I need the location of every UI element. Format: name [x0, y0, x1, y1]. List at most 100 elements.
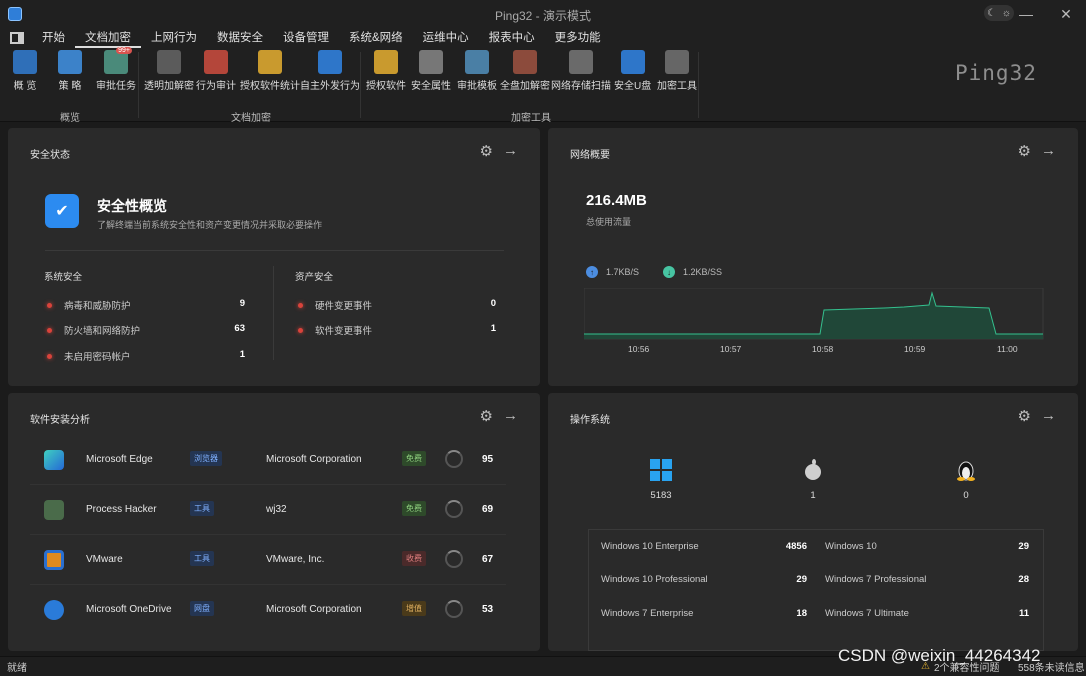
ribbon-approval-template-button[interactable]: 审批模板	[457, 50, 497, 92]
grid-icon	[13, 50, 37, 74]
download-speed: ↓ 1.2KB/SS	[663, 266, 722, 278]
ribbon-overview-button[interactable]: 概 览	[13, 50, 37, 92]
ribbon-behavior-audit-button[interactable]: 行为审计	[196, 50, 236, 92]
brand-logo: Ping32	[955, 61, 1037, 85]
category-badge: 网盘	[190, 601, 214, 616]
status-text: 就绪	[7, 663, 27, 674]
minimize-button[interactable]: —	[1006, 0, 1046, 28]
stat-row[interactable]: 软件变更事件	[298, 323, 372, 337]
os-value: 18	[796, 608, 807, 619]
shield-icon: ✔	[45, 194, 79, 228]
gear-icon[interactable]: ⚙	[480, 142, 493, 160]
software-row[interactable]: Microsoft Edge 浏览器 Microsoft Corporation…	[30, 435, 506, 485]
stat-value: 1	[239, 349, 245, 360]
ribbon-approval-button[interactable]: 99+ 审批任务	[96, 47, 136, 92]
ribbon-transparent-encrypt-button[interactable]: 透明加解密	[144, 50, 194, 92]
windows-count: 5183	[650, 490, 672, 501]
software-vendor: VMware, Inc.	[266, 554, 325, 565]
arrow-right-icon[interactable]: →	[503, 407, 518, 425]
gear-icon[interactable]: ⚙	[1018, 142, 1031, 160]
stat-row[interactable]: 硬件变更事件	[298, 298, 372, 312]
group-divider	[698, 52, 699, 118]
software-row[interactable]: Microsoft OneDrive 网盘 Microsoft Corporat…	[30, 585, 506, 635]
ribbon-label: 行为审计	[196, 81, 236, 92]
total-traffic-value: 216.4MB	[586, 192, 647, 209]
approval-icon: 99+	[104, 47, 132, 74]
ribbon-label: 策 略	[58, 81, 82, 92]
ribbon-label: 自主外发行为	[300, 81, 360, 92]
os-value: 29	[796, 574, 807, 585]
install-count: 53	[482, 604, 494, 615]
menu-start[interactable]: 开始	[32, 28, 75, 48]
cube-icon	[157, 50, 181, 74]
group-divider	[138, 52, 139, 118]
onedrive-icon	[44, 600, 64, 620]
server-icon	[569, 50, 593, 74]
menu-data-security[interactable]: 数据安全	[207, 28, 273, 48]
total-traffic-label: 总使用流量	[586, 217, 632, 227]
close-button[interactable]: ✕	[1046, 0, 1086, 28]
arrow-right-icon[interactable]: →	[503, 142, 518, 160]
os-name: Windows 7 Enterprise	[601, 608, 694, 619]
os-value: 11	[1018, 608, 1029, 619]
category-badge: 工具	[190, 551, 214, 566]
arrow-right-icon[interactable]: →	[1041, 142, 1056, 160]
software-name: VMware	[86, 554, 123, 565]
system-security-title: 系统安全	[44, 272, 83, 283]
menu-ops-center[interactable]: 运维中心	[413, 28, 479, 48]
os-value: 28	[1018, 574, 1029, 585]
stat-value: 63	[234, 323, 245, 334]
ribbon-policy-button[interactable]: 策 略	[58, 50, 82, 92]
sliders-icon	[58, 50, 82, 74]
time-tick: 10:59	[904, 344, 926, 354]
install-count: 67	[482, 554, 494, 565]
software-row[interactable]: VMware 工具 VMware, Inc. 收费 67	[30, 535, 506, 585]
ribbon-label: 审批模板	[457, 81, 497, 92]
moon-icon: ☾	[986, 7, 996, 19]
arrow-right-icon[interactable]: →	[1041, 407, 1056, 425]
alert-dot-icon	[298, 302, 303, 308]
upload-speed: ↑ 1.7KB/S	[586, 266, 639, 278]
panel-title: 操作系统	[570, 415, 610, 426]
document-list-icon	[204, 50, 228, 74]
ribbon-security-attr-button[interactable]: 安全属性	[411, 50, 451, 92]
ribbon-authorized-software-button[interactable]: 授权软件	[366, 50, 406, 92]
toolbox-icon	[665, 50, 689, 74]
menu-more[interactable]: 更多功能	[545, 28, 611, 48]
menu-doc-encrypt[interactable]: 文档加密	[75, 28, 141, 48]
list-tree-icon	[465, 50, 489, 74]
stat-row[interactable]: 防火墙和网络防护	[47, 323, 140, 337]
time-tick: 10:58	[812, 344, 834, 354]
menu-system-network[interactable]: 系统&网络	[339, 28, 413, 48]
network-overview-panel: 网络概要 ⚙ → 216.4MB 总使用流量 ↑ 1.7KB/S ↓ 1.2KB/SS…	[548, 128, 1078, 386]
software-row[interactable]: Process Hacker 工具 wj32 免费 69	[30, 485, 506, 535]
edge-icon	[44, 450, 64, 470]
ruler-pen-icon	[374, 50, 398, 74]
stat-value: 1	[490, 323, 496, 334]
menu-report-center[interactable]: 报表中心	[479, 28, 545, 48]
gear-icon[interactable]: ⚙	[1018, 407, 1031, 425]
process-hacker-icon	[44, 500, 64, 520]
gear-icon[interactable]: ⚙	[480, 407, 493, 425]
disk-lock-icon	[513, 50, 537, 74]
ribbon-authorized-software-stats-button[interactable]: 授权软件统计	[240, 50, 300, 92]
ribbon-network-storage-scan-button[interactable]: 网络存储扫描	[551, 50, 611, 92]
license-badge: 免费	[402, 451, 426, 466]
menu-web-behavior[interactable]: 上网行为	[141, 28, 207, 48]
upload-arrow-icon: ↑	[586, 266, 598, 278]
ribbon-encrypt-tool-button[interactable]: 加密工具	[657, 50, 697, 92]
ribbon-label: 透明加解密	[144, 81, 194, 92]
ribbon-outbound-behavior-button[interactable]: 自主外发行为	[300, 50, 360, 92]
ribbon-full-disk-encrypt-button[interactable]: 全盘加解密	[500, 50, 550, 92]
app-menu-icon[interactable]	[10, 32, 24, 44]
menu-device-mgmt[interactable]: 设备管理	[273, 28, 339, 48]
ribbon-label: 审批任务	[96, 81, 136, 92]
progress-ring-icon	[445, 500, 463, 518]
ribbon-secure-usb-button[interactable]: 安全U盘	[614, 50, 651, 92]
title-bar: Ping32 - 演示模式 ☾ ☼ — ✕	[0, 0, 1086, 28]
divider	[273, 266, 274, 360]
progress-ring-icon	[445, 600, 463, 618]
stat-row[interactable]: 未启用密码帐户	[47, 349, 131, 363]
stat-label: 软件变更事件	[315, 326, 373, 337]
stat-row[interactable]: 病毒和威胁防护	[47, 298, 131, 312]
